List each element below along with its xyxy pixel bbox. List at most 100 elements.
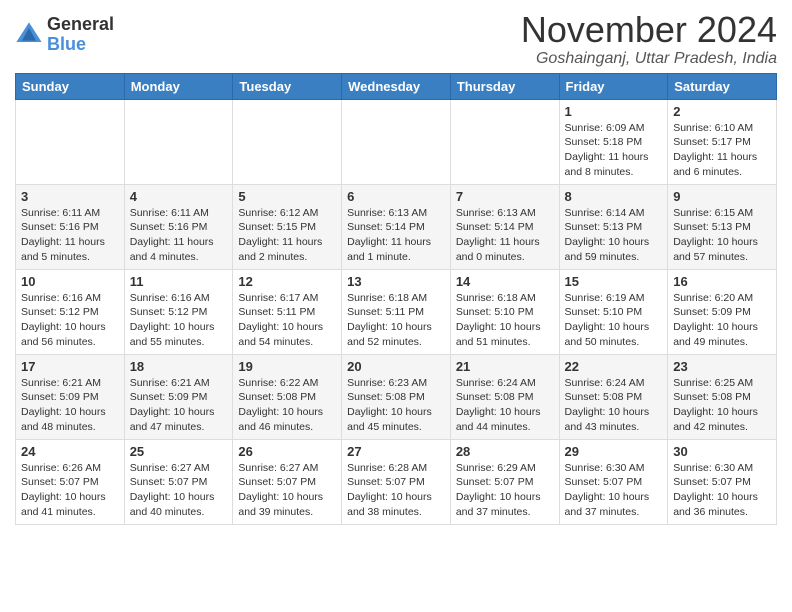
day-info: Sunrise: 6:29 AM Sunset: 5:07 PM Dayligh… <box>456 461 554 520</box>
logo-general: General <box>47 15 114 35</box>
column-header-sunday: Sunday <box>16 73 125 99</box>
logo-icon <box>15 21 43 49</box>
column-header-monday: Monday <box>124 73 233 99</box>
day-number: 7 <box>456 189 554 204</box>
day-number: 21 <box>456 359 554 374</box>
calendar-cell: 23 Sunrise: 6:25 AM Sunset: 5:08 PM Dayli… <box>668 354 777 439</box>
calendar-cell <box>233 99 342 184</box>
day-info: Sunrise: 6:14 AM Sunset: 5:13 PM Dayligh… <box>565 206 663 265</box>
calendar-cell <box>342 99 451 184</box>
day-number: 6 <box>347 189 445 204</box>
day-info: Sunrise: 6:30 AM Sunset: 5:07 PM Dayligh… <box>673 461 771 520</box>
calendar-cell: 13 Sunrise: 6:18 AM Sunset: 5:11 PM Dayli… <box>342 269 451 354</box>
calendar-cell: 30 Sunrise: 6:30 AM Sunset: 5:07 PM Dayli… <box>668 439 777 524</box>
calendar-cell: 12 Sunrise: 6:17 AM Sunset: 5:11 PM Dayli… <box>233 269 342 354</box>
day-info: Sunrise: 6:13 AM Sunset: 5:14 PM Dayligh… <box>456 206 554 265</box>
day-info: Sunrise: 6:21 AM Sunset: 5:09 PM Dayligh… <box>130 376 228 435</box>
month-title: November 2024 <box>521 10 777 50</box>
day-number: 23 <box>673 359 771 374</box>
day-info: Sunrise: 6:26 AM Sunset: 5:07 PM Dayligh… <box>21 461 119 520</box>
calendar-cell: 1Sunrise: 6:09 AM Sunset: 5:18 PM Daylig… <box>559 99 668 184</box>
day-number: 28 <box>456 444 554 459</box>
calendar-cell: 17 Sunrise: 6:21 AM Sunset: 5:09 PM Dayli… <box>16 354 125 439</box>
day-info: Sunrise: 6:18 AM Sunset: 5:11 PM Dayligh… <box>347 291 445 350</box>
day-info: Sunrise: 6:16 AM Sunset: 5:12 PM Dayligh… <box>130 291 228 350</box>
calendar-cell <box>16 99 125 184</box>
calendar-cell: 5 Sunrise: 6:12 AM Sunset: 5:15 PM Daylig… <box>233 184 342 269</box>
calendar-cell: 29 Sunrise: 6:30 AM Sunset: 5:07 PM Dayli… <box>559 439 668 524</box>
column-header-tuesday: Tuesday <box>233 73 342 99</box>
calendar-cell: 22 Sunrise: 6:24 AM Sunset: 5:08 PM Dayli… <box>559 354 668 439</box>
day-info: Sunrise: 6:12 AM Sunset: 5:15 PM Dayligh… <box>238 206 336 265</box>
calendar-body: 1Sunrise: 6:09 AM Sunset: 5:18 PM Daylig… <box>16 99 777 524</box>
header-row: SundayMondayTuesdayWednesdayThursdayFrid… <box>16 73 777 99</box>
day-info: Sunrise: 6:20 AM Sunset: 5:09 PM Dayligh… <box>673 291 771 350</box>
calendar-cell: 28 Sunrise: 6:29 AM Sunset: 5:07 PM Dayli… <box>450 439 559 524</box>
week-row-2: 3 Sunrise: 6:11 AM Sunset: 5:16 PM Daylig… <box>16 184 777 269</box>
page-header: General Blue November 2024 Goshainganj, … <box>15 10 777 68</box>
day-number: 13 <box>347 274 445 289</box>
calendar-cell: 24 Sunrise: 6:26 AM Sunset: 5:07 PM Dayli… <box>16 439 125 524</box>
logo-text: General Blue <box>47 15 114 55</box>
day-info: Sunrise: 6:10 AM Sunset: 5:17 PM Dayligh… <box>673 121 771 180</box>
calendar-cell: 7 Sunrise: 6:13 AM Sunset: 5:14 PM Daylig… <box>450 184 559 269</box>
day-info: Sunrise: 6:25 AM Sunset: 5:08 PM Dayligh… <box>673 376 771 435</box>
day-number: 18 <box>130 359 228 374</box>
week-row-1: 1Sunrise: 6:09 AM Sunset: 5:18 PM Daylig… <box>16 99 777 184</box>
day-info: Sunrise: 6:27 AM Sunset: 5:07 PM Dayligh… <box>238 461 336 520</box>
day-number: 9 <box>673 189 771 204</box>
day-number: 22 <box>565 359 663 374</box>
day-number: 27 <box>347 444 445 459</box>
day-info: Sunrise: 6:13 AM Sunset: 5:14 PM Dayligh… <box>347 206 445 265</box>
day-info: Sunrise: 6:18 AM Sunset: 5:10 PM Dayligh… <box>456 291 554 350</box>
day-info: Sunrise: 6:11 AM Sunset: 5:16 PM Dayligh… <box>21 206 119 265</box>
day-number: 15 <box>565 274 663 289</box>
day-number: 29 <box>565 444 663 459</box>
day-info: Sunrise: 6:19 AM Sunset: 5:10 PM Dayligh… <box>565 291 663 350</box>
day-info: Sunrise: 6:17 AM Sunset: 5:11 PM Dayligh… <box>238 291 336 350</box>
column-header-thursday: Thursday <box>450 73 559 99</box>
title-block: November 2024 Goshainganj, Uttar Pradesh… <box>521 10 777 68</box>
calendar-cell: 10Sunrise: 6:16 AM Sunset: 5:12 PM Dayli… <box>16 269 125 354</box>
day-number: 30 <box>673 444 771 459</box>
day-number: 17 <box>21 359 119 374</box>
calendar-cell: 19Sunrise: 6:22 AM Sunset: 5:08 PM Dayli… <box>233 354 342 439</box>
day-info: Sunrise: 6:22 AM Sunset: 5:08 PM Dayligh… <box>238 376 336 435</box>
day-number: 10 <box>21 274 119 289</box>
column-header-wednesday: Wednesday <box>342 73 451 99</box>
day-info: Sunrise: 6:24 AM Sunset: 5:08 PM Dayligh… <box>456 376 554 435</box>
calendar-cell <box>450 99 559 184</box>
calendar-cell: 4 Sunrise: 6:11 AM Sunset: 5:16 PM Daylig… <box>124 184 233 269</box>
calendar-cell: 21 Sunrise: 6:24 AM Sunset: 5:08 PM Dayli… <box>450 354 559 439</box>
day-number: 12 <box>238 274 336 289</box>
column-header-friday: Friday <box>559 73 668 99</box>
calendar-cell: 25Sunrise: 6:27 AM Sunset: 5:07 PM Dayli… <box>124 439 233 524</box>
day-info: Sunrise: 6:28 AM Sunset: 5:07 PM Dayligh… <box>347 461 445 520</box>
location-subtitle: Goshainganj, Uttar Pradesh, India <box>521 50 777 68</box>
day-number: 24 <box>21 444 119 459</box>
calendar-cell <box>124 99 233 184</box>
calendar-cell: 20Sunrise: 6:23 AM Sunset: 5:08 PM Dayli… <box>342 354 451 439</box>
logo: General Blue <box>15 15 114 55</box>
day-number: 8 <box>565 189 663 204</box>
calendar-cell: 15 Sunrise: 6:19 AM Sunset: 5:10 PM Dayli… <box>559 269 668 354</box>
day-info: Sunrise: 6:21 AM Sunset: 5:09 PM Dayligh… <box>21 376 119 435</box>
week-row-4: 17 Sunrise: 6:21 AM Sunset: 5:09 PM Dayli… <box>16 354 777 439</box>
day-number: 3 <box>21 189 119 204</box>
calendar-cell: 16Sunrise: 6:20 AM Sunset: 5:09 PM Dayli… <box>668 269 777 354</box>
calendar-cell: 3 Sunrise: 6:11 AM Sunset: 5:16 PM Daylig… <box>16 184 125 269</box>
calendar-cell: 11Sunrise: 6:16 AM Sunset: 5:12 PM Dayli… <box>124 269 233 354</box>
day-number: 4 <box>130 189 228 204</box>
day-info: Sunrise: 6:30 AM Sunset: 5:07 PM Dayligh… <box>565 461 663 520</box>
day-info: Sunrise: 6:11 AM Sunset: 5:16 PM Dayligh… <box>130 206 228 265</box>
calendar-cell: 9Sunrise: 6:15 AM Sunset: 5:13 PM Daylig… <box>668 184 777 269</box>
logo-blue: Blue <box>47 35 114 55</box>
calendar-cell: 6 Sunrise: 6:13 AM Sunset: 5:14 PM Daylig… <box>342 184 451 269</box>
calendar-header: SundayMondayTuesdayWednesdayThursdayFrid… <box>16 73 777 99</box>
day-number: 1 <box>565 104 663 119</box>
day-info: Sunrise: 6:24 AM Sunset: 5:08 PM Dayligh… <box>565 376 663 435</box>
calendar-cell: 18 Sunrise: 6:21 AM Sunset: 5:09 PM Dayli… <box>124 354 233 439</box>
day-number: 5 <box>238 189 336 204</box>
day-number: 2 <box>673 104 771 119</box>
calendar-cell: 14Sunrise: 6:18 AM Sunset: 5:10 PM Dayli… <box>450 269 559 354</box>
